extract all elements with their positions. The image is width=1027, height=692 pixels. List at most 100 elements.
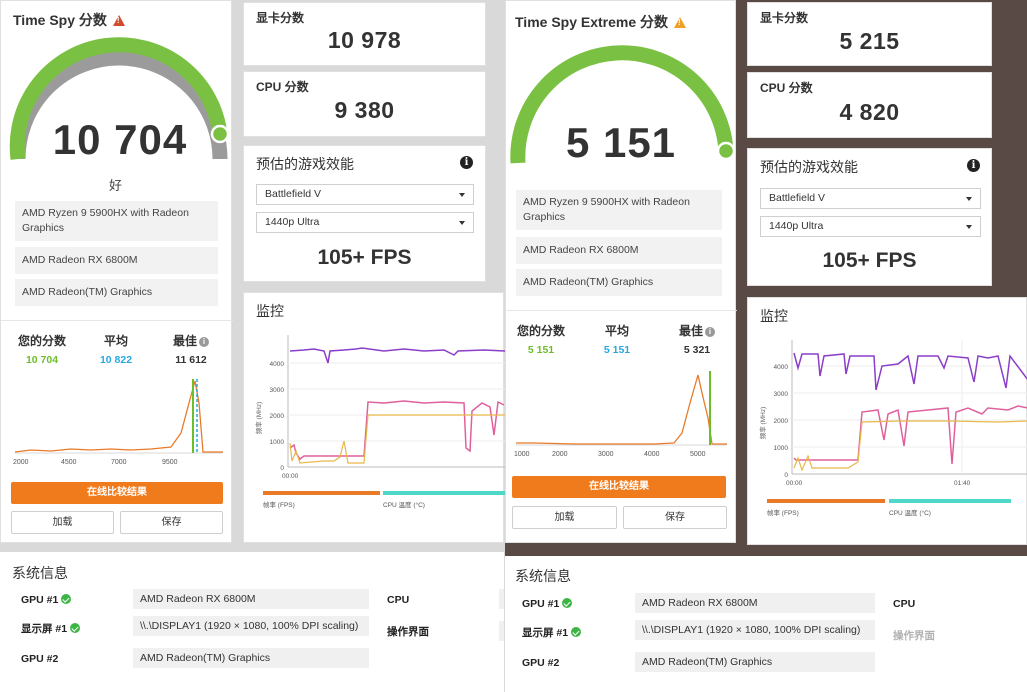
info-icon[interactable]: i: [460, 156, 473, 169]
y-tick: 2000: [774, 418, 789, 425]
dist-tick: 3000: [598, 451, 614, 458]
save-button[interactable]: 保存: [120, 511, 223, 534]
monitor-y-label: 频率 (MHz): [758, 407, 767, 440]
warning-icon[interactable]: [112, 15, 125, 26]
y-tick: 2000: [270, 413, 285, 420]
dist-tick: 2000: [552, 451, 568, 458]
cpu-key: CPU: [893, 598, 916, 610]
preset-select[interactable]: 1440p Ultra: [760, 216, 981, 237]
y-tick: 3000: [270, 387, 285, 394]
legend-cputemp-swatch: [889, 499, 1011, 503]
dist-tick: 4500: [61, 459, 77, 466]
gpu-clock-series: [289, 400, 505, 461]
best-label: 最佳 i: [662, 322, 732, 339]
best-label-text: 最佳: [172, 334, 197, 348]
gpu-temp-series: [793, 420, 1027, 472]
load-button[interactable]: 加载: [11, 511, 114, 534]
compare-online-button[interactable]: 在线比较结果: [11, 482, 223, 504]
game-select-value: Battlefield V: [265, 188, 322, 200]
chevron-down-icon: [459, 220, 465, 225]
your-score-value: 5 151: [527, 344, 555, 356]
gpu2-label: GPU #2: [522, 657, 560, 669]
estimated-fps: 105+ FPS: [822, 249, 917, 272]
y-tick: 1000: [270, 439, 285, 446]
cpu-score-card: CPU 分数 4 820: [747, 72, 992, 138]
y-tick: 0: [784, 472, 788, 479]
info-icon[interactable]: i: [199, 337, 209, 347]
warning-icon[interactable]: [674, 17, 687, 28]
display1-label: 显示屏 #1: [522, 625, 582, 640]
your-score-value: 10 704: [25, 354, 59, 366]
x-tick: 00:00: [282, 473, 299, 480]
overall-score: 10 704: [52, 116, 188, 163]
hardware-igpu: AMD Radeon(TM) Graphics: [516, 269, 722, 296]
legend-fps-label: 帧率 (FPS): [767, 510, 799, 517]
dist-curve: [516, 374, 727, 445]
cpu-clock-series: [793, 352, 1027, 391]
game-performance-title: 预估的游戏效能: [760, 159, 858, 175]
gpu1-label: GPU #1: [21, 594, 72, 606]
dist-tick: 7000: [111, 459, 127, 466]
gpu2-value: AMD Radeon(TM) Graphics: [635, 652, 875, 672]
gpu-score-card: 显卡分数 10 978: [243, 2, 486, 66]
best-value: 5 321: [683, 344, 711, 356]
hardware-gpu: AMD Radeon RX 6800M: [516, 237, 722, 264]
y-tick: 0: [280, 465, 284, 472]
score-distribution-chart: 2000 4500 7000 9500: [13, 379, 223, 466]
save-button[interactable]: 保存: [623, 506, 727, 529]
dist-curve: [14, 380, 223, 453]
cpu-score-value: 4 820: [839, 99, 900, 125]
gpu1-value: AMD Radeon RX 6800M: [635, 593, 875, 613]
dist-tick: 9500: [162, 459, 178, 466]
monitoring-chart: 频率 (MHz) 0 1000 2000 3000 4000 00:00: [254, 335, 505, 480]
best-value: 11 612: [175, 354, 207, 366]
cpu-score-label: CPU 分数: [760, 81, 813, 95]
monitoring-chart: 频率 (MHz) 0 1000 2000 3000 4000 00:00 01:…: [758, 340, 1027, 487]
screenshot-root: Time Spy 分数 10 704 好 AMD Ryzen 9 5900HX …: [0, 0, 1027, 692]
overall-score: 5 151: [565, 119, 677, 166]
cpu-key: CPU: [387, 594, 410, 606]
display1-label-text: 显示屏 #1: [522, 627, 569, 639]
gpu2-value: AMD Radeon(TM) Graphics: [133, 648, 369, 668]
game-select[interactable]: Battlefield V: [256, 184, 474, 205]
gpu-clock-series: [793, 405, 1027, 465]
system-info-title: 系统信息: [12, 565, 68, 581]
load-button[interactable]: 加载: [512, 506, 617, 529]
gpu-score-value: 5 215: [839, 28, 900, 54]
info-icon[interactable]: i: [705, 327, 715, 337]
legend-cputemp-label: CPU 温度 (°C): [383, 502, 425, 509]
game-select[interactable]: Battlefield V: [760, 188, 981, 209]
divider: [506, 310, 737, 311]
gpu1-value: AMD Radeon RX 6800M: [133, 589, 369, 609]
gpu-score-label: 显卡分数: [256, 11, 305, 25]
game-select-value: Battlefield V: [769, 192, 826, 204]
info-icon[interactable]: i: [967, 159, 980, 172]
display1-label: 显示屏 #1: [21, 621, 81, 636]
gpu-score-label: 显卡分数: [760, 11, 809, 25]
preset-select[interactable]: 1440p Ultra: [256, 212, 474, 233]
hardware-cpu: AMD Ryzen 9 5900HX with Radeon Graphics: [516, 190, 722, 230]
your-score-label: 您的分数: [17, 334, 66, 348]
your-score-block: 您的分数 5 151: [506, 322, 576, 356]
gpu-score-card: 显卡分数 5 215: [747, 2, 992, 66]
check-icon: [571, 627, 582, 637]
test-title-text: Time Spy 分数: [13, 12, 107, 28]
legend-cputemp-swatch: [383, 491, 505, 495]
monitoring-card: 监控 频率 (MHz) 0 1000 2000 3000 4000 00:00: [747, 297, 1027, 545]
dist-tick: 1000: [514, 451, 530, 458]
average-score-block: 平均 5 151: [582, 322, 652, 356]
divider: [1, 320, 233, 321]
os-value-edge: [499, 621, 504, 641]
display1-label-text: 显示屏 #1: [21, 623, 68, 635]
y-tick: 4000: [270, 361, 285, 368]
test-title: Time Spy 分数: [13, 10, 125, 30]
legend-fps-swatch: [767, 499, 885, 503]
compare-online-button[interactable]: 在线比较结果: [512, 476, 726, 498]
score-rating: 好: [109, 178, 123, 193]
check-icon: [562, 598, 573, 608]
y-tick: 1000: [774, 445, 789, 452]
monitor-y-label: 频率 (MHz): [254, 402, 263, 435]
average-value: 5 151: [603, 344, 631, 356]
system-info-panel: 系统信息 GPU #1 AMD Radeon RX 6800M 显示屏 #1 \…: [505, 556, 1027, 692]
monitoring-title: 监控: [256, 303, 284, 319]
